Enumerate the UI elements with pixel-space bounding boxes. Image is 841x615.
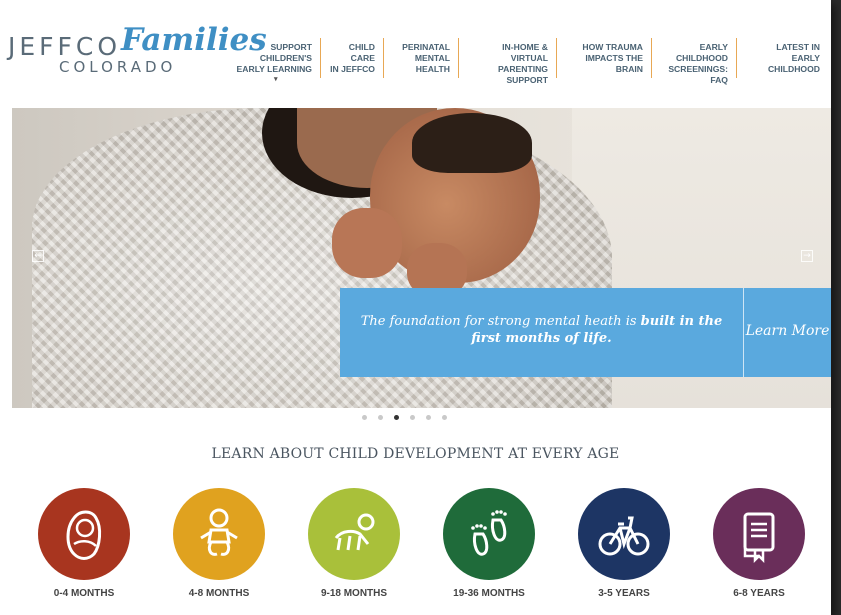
nav-item-line1: CHILD CARE xyxy=(348,42,375,63)
nav-item-line2: EARLY CHILDHOOD xyxy=(767,53,820,74)
book-icon xyxy=(743,512,775,564)
age-item-9-18-months[interactable]: 9-18 MONTHS xyxy=(294,488,414,599)
age-item-6-8-years[interactable]: 6-8 YEARS xyxy=(699,488,819,599)
age-item-0-4-months[interactable]: 0-4 MONTHS xyxy=(24,488,144,599)
arrow-left-icon[interactable]: ← xyxy=(32,250,44,262)
chevron-down-icon[interactable]: ▾ xyxy=(274,74,278,85)
age-item-3-5-years[interactable]: 3-5 YEARS xyxy=(564,488,684,599)
baby-icon xyxy=(200,508,238,556)
hero-photo-baby-hand xyxy=(332,208,402,278)
hero-slider: ← → The foundation for strong mental hea… xyxy=(12,108,831,408)
hero-photo-baby-hair xyxy=(412,113,532,173)
site-header: JEFFCO Families COLORADO SUPPORT CHILDRE… xyxy=(0,0,831,95)
nav-item-line2: PARENTING SUPPORT xyxy=(498,64,548,85)
crawling-baby-icon xyxy=(334,513,375,551)
nav-item-line1: EARLY CHILDHOOD xyxy=(675,42,728,63)
nav-item-line1: PERINATAL xyxy=(402,42,450,52)
age-label: 9-18 MONTHS xyxy=(320,588,388,599)
age-label: 4-8 MONTHS xyxy=(188,588,250,599)
slider-dot[interactable] xyxy=(426,415,431,420)
page: JEFFCO Families COLORADO SUPPORT CHILDRE… xyxy=(0,0,831,615)
age-label: 0-4 MONTHS xyxy=(53,588,115,599)
nav-item-support-early-learning[interactable]: SUPPORT CHILDREN'S EARLY LEARNING ▾ xyxy=(228,38,321,83)
age-circle[interactable] xyxy=(308,488,400,580)
nav-item-child-care[interactable]: CHILD CARE IN JEFFCO xyxy=(321,38,384,78)
bicycle-icon xyxy=(598,516,650,556)
age-circle[interactable] xyxy=(38,488,130,580)
nav-item-line1: LATEST IN xyxy=(776,42,820,52)
section-title: LEARN ABOUT CHILD DEVELOPMENT AT EVERY A… xyxy=(211,446,620,462)
footprints-icon xyxy=(471,510,507,556)
logo-word-colorado: COLORADO xyxy=(59,58,177,76)
nav-item-latest[interactable]: LATEST IN EARLY CHILDHOOD xyxy=(737,38,828,78)
nav-item-perinatal-mental-health[interactable]: PERINATAL MENTAL HEALTH xyxy=(384,38,459,78)
nav-item-line2: IMPACTS THE BRAIN xyxy=(585,53,643,74)
learn-more-button[interactable]: Learn More xyxy=(744,288,831,377)
age-circle[interactable] xyxy=(173,488,265,580)
slider-dot[interactable] xyxy=(442,415,447,420)
nav-item-line2: IN JEFFCO xyxy=(330,64,375,74)
nav-item-line1: HOW TRAUMA xyxy=(582,42,643,52)
slider-dots xyxy=(362,415,447,420)
site-logo[interactable]: JEFFCO Families COLORADO xyxy=(8,22,267,82)
main-nav: SUPPORT CHILDREN'S EARLY LEARNING ▾ CHIL… xyxy=(228,38,828,85)
age-circle[interactable] xyxy=(578,488,670,580)
age-circle[interactable] xyxy=(713,488,805,580)
slider-dot[interactable] xyxy=(362,415,367,420)
newborn-icon xyxy=(66,510,102,560)
age-circle[interactable] xyxy=(443,488,535,580)
nav-item-line1: IN-HOME & VIRTUAL xyxy=(502,42,548,63)
arrow-right-icon[interactable]: → xyxy=(801,250,813,262)
age-label: 6-8 YEARS xyxy=(733,588,785,599)
age-label: 3-5 YEARS xyxy=(598,588,650,599)
hero-caption: The foundation for strong mental heath i… xyxy=(340,288,831,377)
slider-dot[interactable] xyxy=(410,415,415,420)
logo-word-jeffco: JEFFCO xyxy=(8,32,122,61)
nav-item-line1: SUPPORT CHILDREN'S xyxy=(259,42,312,63)
nav-item-screenings-faq[interactable]: EARLY CHILDHOOD SCREENINGS: FAQ xyxy=(652,38,737,85)
nav-item-trauma-brain[interactable]: HOW TRAUMA IMPACTS THE BRAIN xyxy=(557,38,652,78)
age-item-4-8-months[interactable]: 4-8 MONTHS xyxy=(159,488,279,599)
hero-caption-plain: The foundation for strong mental heath i… xyxy=(360,314,641,329)
slider-dot-active[interactable] xyxy=(394,415,399,420)
nav-item-parenting-support[interactable]: IN-HOME & VIRTUAL PARENTING SUPPORT xyxy=(459,38,557,85)
nav-item-line2: SCREENINGS: FAQ xyxy=(668,64,728,85)
slider-dot[interactable] xyxy=(378,415,383,420)
nav-item-line2: MENTAL HEALTH xyxy=(414,53,450,74)
age-label: 19-36 MONTHS xyxy=(453,588,525,599)
hero-caption-text: The foundation for strong mental heath i… xyxy=(340,288,744,377)
age-item-19-36-months[interactable]: 19-36 MONTHS xyxy=(429,488,549,599)
